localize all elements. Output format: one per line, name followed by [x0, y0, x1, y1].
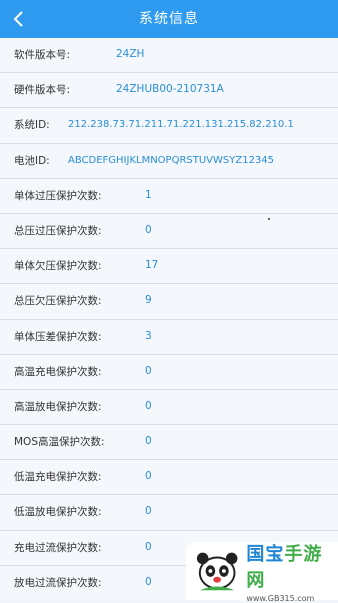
row-label: 总压欠压保护次数:: [14, 295, 102, 308]
info-row-battery-id: 电池ID: ABCDEFGHIJKLMNOPQRSTUVWSYZ12345: [0, 144, 338, 179]
row-label: 低温充电保护次数:: [14, 471, 102, 484]
row-value: 9: [145, 294, 152, 307]
info-row-cell-diff: 单体压差保护次数: 3: [0, 320, 338, 355]
info-row-low-temp-discharge: 低温放电保护次数: 0: [0, 495, 338, 531]
row-label: 高温充电保护次数:: [14, 365, 102, 378]
row-label: 硬件版本号:: [14, 84, 71, 97]
info-row-pack-undervoltage: 总压欠压保护次数: 9: [0, 284, 338, 320]
info-row-system-id: 系统ID: 212.238.73.71.211.71.221.131.215.8…: [0, 108, 338, 144]
stray-dot: [268, 217, 270, 220]
row-value: 0: [145, 223, 152, 236]
row-label: 单体欠压保护次数:: [14, 260, 102, 273]
row-label: MOS高温保护次数:: [14, 436, 105, 449]
row-label: 软件版本号:: [14, 49, 71, 61]
panda-logo-icon: [196, 552, 238, 591]
row-label: 系统ID:: [14, 119, 50, 132]
info-row-hardware-version: 硬件版本号: 24ZHUB00-210731A: [0, 73, 338, 109]
row-label: 电池ID:: [14, 154, 50, 167]
row-value: 0: [145, 399, 152, 412]
site-watermark: 国宝手游网 www.GB315.com: [186, 540, 338, 603]
row-value: 24ZHUB00-210731A: [116, 83, 224, 96]
row-label: 低温放电保护次数:: [14, 506, 102, 519]
row-label: 高温放电保护次数:: [14, 400, 102, 413]
row-value: 0: [145, 435, 152, 448]
row-value: 17: [145, 259, 159, 272]
watermark-brand: 国宝手游网: [246, 540, 338, 592]
row-value: 0: [145, 575, 152, 588]
watermark-brand-blue: 国宝: [246, 543, 285, 565]
info-row-low-temp-charge: 低温充电保护次数: 0: [0, 460, 338, 496]
info-row-high-temp-discharge: 高温放电保护次数: 0: [0, 390, 338, 426]
row-value: 24ZH: [116, 48, 145, 60]
info-row-mos-high-temp: MOS高温保护次数: 0: [0, 425, 338, 461]
row-value: 0: [145, 364, 152, 377]
info-list: 软件版本号: 24ZH 硬件版本号: 24ZHUB00-210731A 系统ID…: [0, 38, 338, 601]
row-value: 0: [145, 540, 152, 553]
row-value: 1: [145, 188, 152, 201]
row-label: 充电过流保护次数:: [14, 541, 102, 554]
row-label: 单体压差保护次数:: [14, 330, 102, 343]
info-row-cell-overvoltage: 单体过压保护次数: 1: [0, 179, 338, 214]
row-value: 0: [145, 505, 152, 518]
info-row-cell-undervoltage: 单体欠压保护次数: 17: [0, 249, 338, 285]
info-row-pack-overvoltage: 总压过压保护次数: 0: [0, 214, 338, 250]
page-title: 系统信息: [139, 11, 199, 27]
info-row-software-version: 软件版本号: 24ZH: [0, 38, 338, 74]
row-label: 总压过压保护次数:: [14, 224, 102, 237]
row-label: 放电过流保护次数:: [14, 576, 102, 589]
app-header: 系统信息: [0, 0, 338, 38]
row-value: 0: [145, 470, 152, 483]
row-value: ABCDEFGHIJKLMNOPQRSTUVWSYZ12345: [68, 154, 275, 166]
watermark-url: www.GB315.com: [246, 593, 315, 603]
row-label: 单体过压保护次数:: [14, 189, 102, 202]
row-value: 3: [145, 329, 152, 342]
info-row-high-temp-charge: 高温充电保护次数: 0: [0, 355, 338, 390]
row-value: 212.238.73.71.211.71.221.131.215.82.210.…: [68, 119, 294, 131]
watermark-text: 国宝手游网 www.GB315.com: [246, 540, 338, 603]
